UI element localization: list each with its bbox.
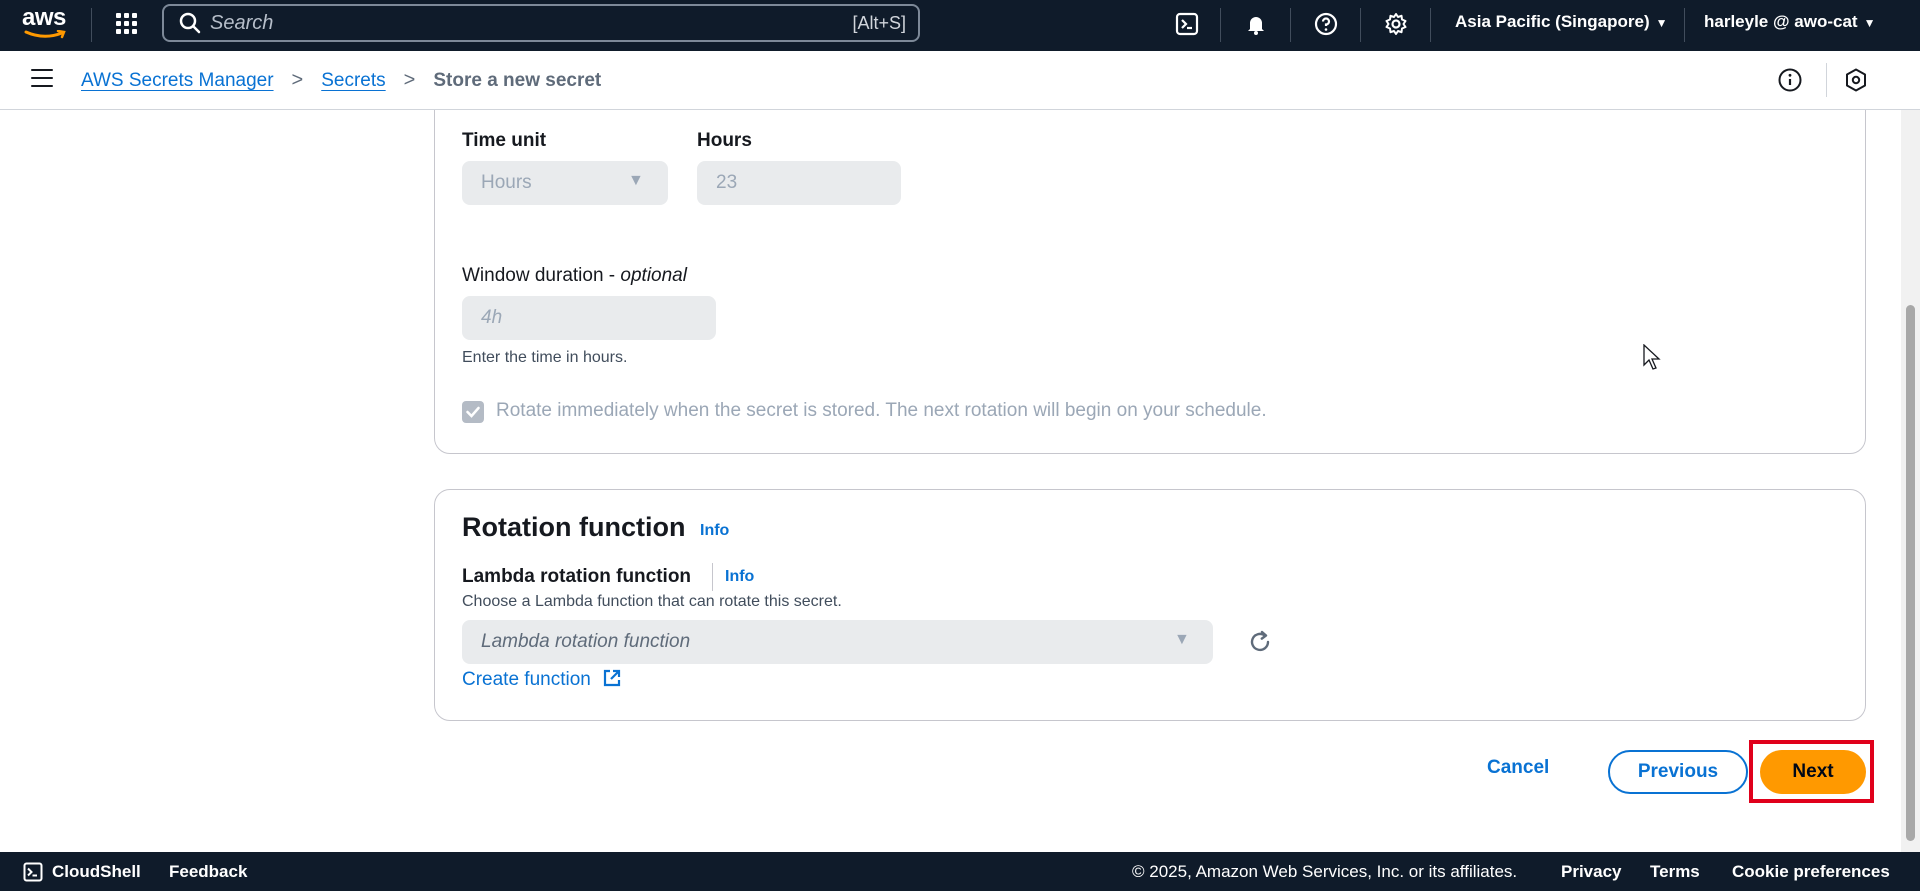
nav-separator bbox=[1684, 8, 1685, 42]
settings-gear-icon[interactable] bbox=[1382, 10, 1410, 38]
nav-separator bbox=[1430, 8, 1431, 42]
optional-tag: optional bbox=[620, 265, 687, 286]
cloudshell-link[interactable]: CloudShell bbox=[52, 862, 141, 882]
aws-smile-icon bbox=[24, 30, 66, 39]
caret-down-icon: ▼ bbox=[628, 172, 644, 189]
notifications-bell-icon[interactable] bbox=[1242, 10, 1270, 38]
caret-down-icon: ▼ bbox=[1174, 631, 1190, 648]
checkmark-icon bbox=[466, 406, 480, 418]
refresh-icon[interactable] bbox=[1247, 629, 1273, 655]
caret-down-icon: ▼ bbox=[1863, 16, 1876, 30]
account-label: harleyle @ awo-cat bbox=[1704, 12, 1858, 31]
rotation-function-info-link[interactable]: Info bbox=[700, 522, 729, 540]
hours-input[interactable]: 23 bbox=[697, 161, 901, 205]
divider bbox=[712, 563, 713, 591]
search-bar[interactable]: [Alt+S] bbox=[162, 4, 920, 42]
lambda-function-label: Lambda rotation function bbox=[462, 566, 692, 587]
window-duration-placeholder: 4h bbox=[481, 307, 503, 328]
feedback-link[interactable]: Feedback bbox=[169, 862, 247, 882]
help-icon[interactable] bbox=[1312, 10, 1340, 38]
account-menu[interactable]: harleyle @ awo-cat ▼ bbox=[1704, 12, 1875, 32]
breadcrumb: AWS Secrets Manager > Secrets > Store a … bbox=[81, 69, 601, 92]
search-shortcut: [Alt+S] bbox=[852, 13, 906, 33]
window-duration-input[interactable]: 4h bbox=[462, 296, 716, 340]
cancel-button[interactable]: Cancel bbox=[1487, 757, 1549, 779]
region-label: Asia Pacific (Singapore) bbox=[1455, 12, 1650, 31]
search-input[interactable] bbox=[210, 11, 810, 35]
breadcrumb-current: Store a new secret bbox=[433, 69, 602, 91]
lambda-function-placeholder: Lambda rotation function bbox=[481, 631, 691, 652]
lambda-function-info-link[interactable]: Info bbox=[725, 568, 754, 586]
info-circle-icon[interactable] bbox=[1777, 67, 1803, 93]
top-navigation: aws [Alt+S] Asia Pacific (Singapore) ▼ ha… bbox=[0, 0, 1920, 51]
next-button[interactable]: Next bbox=[1760, 750, 1866, 794]
rotate-immediately-label: Rotate immediately when the secret is st… bbox=[496, 400, 1267, 421]
shield-settings-icon[interactable] bbox=[1843, 67, 1869, 93]
region-selector[interactable]: Asia Pacific (Singapore) ▼ bbox=[1455, 12, 1668, 32]
chevron-right-icon: > bbox=[291, 69, 304, 91]
mouse-cursor-icon bbox=[1643, 344, 1661, 370]
create-function-link[interactable]: Create function bbox=[462, 668, 622, 691]
time-unit-label: Time unit bbox=[462, 130, 547, 151]
scrollbar-thumb[interactable] bbox=[1906, 305, 1915, 841]
window-duration-label: Window duration - optional bbox=[462, 265, 687, 287]
breadcrumb-secrets-manager[interactable]: AWS Secrets Manager bbox=[81, 70, 274, 92]
chevron-right-icon: > bbox=[403, 69, 416, 91]
lambda-function-select[interactable]: Lambda rotation function ▼ bbox=[462, 620, 1213, 664]
services-grid-icon[interactable] bbox=[112, 8, 140, 36]
nav-separator bbox=[1220, 8, 1221, 42]
nav-separator bbox=[1290, 8, 1291, 42]
window-duration-text: Window duration - bbox=[462, 265, 621, 286]
cloudshell-icon[interactable] bbox=[23, 862, 43, 882]
divider bbox=[1826, 63, 1827, 97]
hours-value: 23 bbox=[716, 172, 738, 193]
breadcrumb-secrets[interactable]: Secrets bbox=[321, 70, 385, 92]
time-unit-select[interactable]: Hours ▼ bbox=[462, 161, 668, 205]
hours-label: Hours bbox=[697, 130, 752, 151]
breadcrumb-bar-overlay: AWS Secrets Manager > Secrets > Store a … bbox=[0, 51, 1920, 110]
footer: CloudShell Feedback © 2025, Amazon Web S… bbox=[0, 852, 1920, 891]
time-unit-value: Hours bbox=[481, 172, 532, 193]
rotate-immediately-checkbox[interactable] bbox=[462, 401, 484, 423]
nav-separator bbox=[1360, 8, 1361, 42]
create-function-label: Create function bbox=[462, 669, 591, 690]
privacy-link[interactable]: Privacy bbox=[1561, 862, 1622, 882]
terms-link[interactable]: Terms bbox=[1650, 862, 1700, 882]
search-icon bbox=[179, 12, 201, 34]
cookie-preferences-link[interactable]: Cookie preferences bbox=[1732, 862, 1890, 882]
lambda-function-description: Choose a Lambda function that can rotate… bbox=[462, 593, 842, 610]
rotation-function-title: Rotation function bbox=[462, 512, 686, 542]
aws-logo[interactable]: aws bbox=[22, 6, 70, 42]
window-duration-hint: Enter the time in hours. bbox=[462, 349, 628, 366]
caret-down-icon: ▼ bbox=[1655, 16, 1668, 30]
previous-button[interactable]: Previous bbox=[1608, 750, 1748, 794]
menu-hamburger-icon[interactable] bbox=[31, 69, 53, 87]
nav-separator bbox=[91, 8, 92, 42]
cloudshell-icon[interactable] bbox=[1173, 10, 1201, 38]
external-link-icon bbox=[604, 669, 621, 687]
aws-logo-text: aws bbox=[22, 4, 66, 31]
copyright-text: © 2025, Amazon Web Services, Inc. or its… bbox=[1132, 862, 1518, 881]
